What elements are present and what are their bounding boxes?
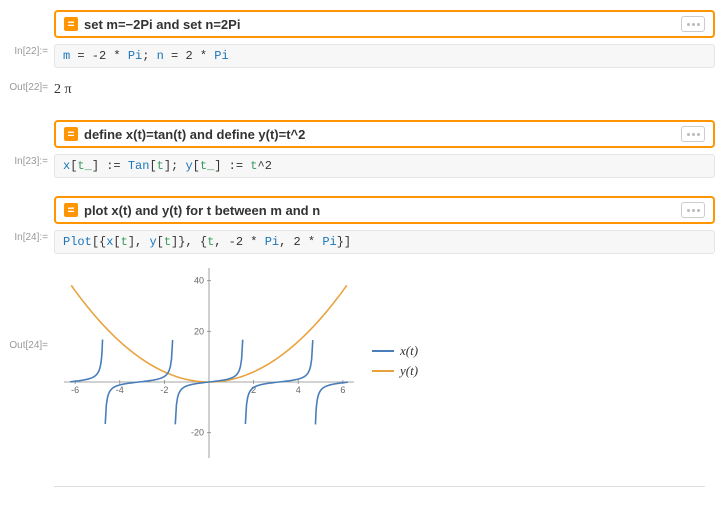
legend-label: x(t) [400, 343, 418, 359]
code-input[interactable]: x[t_] := Tan[t]; y[t_] := t^2 [54, 154, 715, 178]
legend-entry: x(t) [372, 343, 418, 359]
nl-query-text: plot x(t) and y(t) for t between m and n [84, 203, 320, 218]
in-label: In[22]:= [0, 42, 54, 57]
natural-language-input[interactable]: = plot x(t) and y(t) for t between m and… [54, 196, 715, 224]
out-label: Out[22]= [0, 78, 54, 93]
cell-menu-button[interactable] [681, 16, 705, 32]
natural-language-input[interactable]: = set m=−2Pi and set n=2Pi [54, 10, 715, 38]
equal-icon: = [64, 17, 78, 31]
plot-canvas: -6-4-2246-202040 [64, 268, 354, 458]
legend-swatch [372, 370, 394, 372]
equal-icon: = [64, 203, 78, 217]
nl-query-text: set m=−2Pi and set n=2Pi [84, 17, 240, 32]
cell-divider [54, 486, 705, 487]
legend-swatch [372, 350, 394, 352]
svg-text:6: 6 [340, 385, 345, 395]
svg-text:-6: -6 [71, 385, 79, 395]
output-value: 2 π [54, 78, 715, 102]
plot-output: -6-4-2246-202040 x(t) y(t) [54, 260, 715, 458]
code-input[interactable]: Plot[{x[t], y[t]}, {t, -2 * Pi, 2 * Pi}] [54, 230, 715, 254]
natural-language-input[interactable]: = define x(t)=tan(t) and define y(t)=t^2 [54, 120, 715, 148]
equal-icon: = [64, 127, 78, 141]
in-label: In[24]:= [0, 228, 54, 243]
svg-text:-20: -20 [191, 428, 204, 438]
legend-label: y(t) [400, 363, 418, 379]
svg-text:20: 20 [194, 326, 204, 336]
code-input[interactable]: m = -2 * Pi; n = 2 * Pi [54, 44, 715, 68]
plot-legend: x(t) y(t) [372, 343, 418, 383]
in-label: In[23]:= [0, 152, 54, 167]
cell-group-24: = plot x(t) and y(t) for t between m and… [0, 196, 715, 458]
cell-menu-button[interactable] [681, 202, 705, 218]
legend-entry: y(t) [372, 363, 418, 379]
cell-menu-button[interactable] [681, 126, 705, 142]
svg-text:4: 4 [296, 385, 301, 395]
cell-group-22: = set m=−2Pi and set n=2Pi In[22]:= m = … [0, 10, 715, 102]
svg-text:-2: -2 [160, 385, 168, 395]
out-label: Out[24]= [0, 260, 54, 351]
svg-text:40: 40 [194, 276, 204, 286]
cell-group-23: = define x(t)=tan(t) and define y(t)=t^2… [0, 120, 715, 178]
in-label [0, 10, 54, 14]
nl-query-text: define x(t)=tan(t) and define y(t)=t^2 [84, 127, 305, 142]
